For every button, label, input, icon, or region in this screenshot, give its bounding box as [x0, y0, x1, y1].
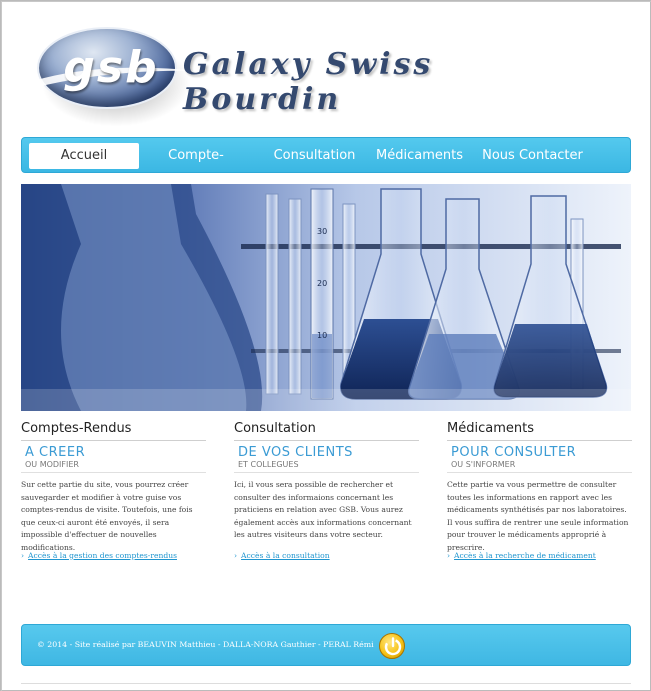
link-label[interactable]: Accès à la gestion des comptes-rendus	[28, 551, 177, 560]
nav-item-medicaments[interactable]: Médicaments	[372, 143, 467, 169]
section-comptes-rendus: Comptes-Rendus A CREER OU MODIFIER Sur c…	[21, 421, 206, 554]
main-nav: Accueil Compte-Rendus Consultation Médic…	[21, 137, 631, 189]
link-comptes-rendus[interactable]: › Accès à la gestion des comptes-rendus	[21, 551, 177, 560]
scale-label-20: 20	[317, 279, 327, 288]
section-title: Médicaments	[447, 421, 632, 441]
section-text: Ici, il vous sera possible de rechercher…	[234, 480, 412, 539]
nav-item-compte-rendus[interactable]: Compte-Rendus	[146, 143, 246, 189]
logo-mark: gsb	[63, 42, 159, 93]
bottom-divider	[21, 683, 631, 684]
nav-item-consultation[interactable]: Consultation	[262, 143, 367, 169]
section-caption: OU S'INFORMER	[447, 460, 632, 473]
scale-label-10: 10	[317, 331, 327, 340]
site-title: Galaxy Swiss Bourdin	[183, 47, 434, 117]
section-subtitle: A CREER	[25, 445, 86, 460]
section-title: Consultation	[234, 421, 419, 441]
section-subtitle: POUR CONSULTER	[451, 445, 577, 460]
link-label[interactable]: Accès à la consultation	[241, 551, 330, 560]
scale-label-30: 30	[317, 227, 327, 236]
section-subtitle: DE VOS CLIENTS	[238, 445, 353, 460]
section-title: Comptes-Rendus	[21, 421, 206, 441]
lab-glassware-image: 30 20 10	[21, 184, 631, 411]
nav-item-accueil[interactable]: Accueil	[29, 143, 139, 169]
footer-credits: © 2014 - Site réalisé par BEAUVIN Matthi…	[37, 640, 374, 649]
section-text: Cette partie va vous permettre de consul…	[447, 480, 629, 552]
section-text: Sur cette partie du site, vous pourrez c…	[21, 480, 193, 552]
site-logo[interactable]: gsb Galaxy Swiss Bourdin	[31, 19, 591, 129]
link-label[interactable]: Accès à la recherche de médicament	[454, 551, 596, 560]
section-consultation: Consultation DE VOS CLIENTS ET COLLEGUES…	[234, 421, 419, 542]
nav-item-nous-contacter[interactable]: Nous Contacter	[480, 143, 585, 169]
section-medicaments: Médicaments POUR CONSULTER OU S'INFORMER…	[447, 421, 632, 554]
power-icon[interactable]	[379, 633, 405, 659]
section-caption: ET COLLEGUES	[234, 460, 419, 473]
hero-banner: 30 20 10	[21, 184, 631, 411]
arrow-right-icon: ›	[21, 551, 25, 560]
footer: © 2014 - Site réalisé par BEAUVIN Matthi…	[21, 624, 631, 666]
section-caption: OU MODIFIER	[21, 460, 206, 473]
arrow-right-icon: ›	[447, 551, 451, 560]
link-consultation[interactable]: › Accès à la consultation	[234, 551, 330, 560]
link-medicaments[interactable]: › Accès à la recherche de médicament	[447, 551, 596, 560]
arrow-right-icon: ›	[234, 551, 238, 560]
